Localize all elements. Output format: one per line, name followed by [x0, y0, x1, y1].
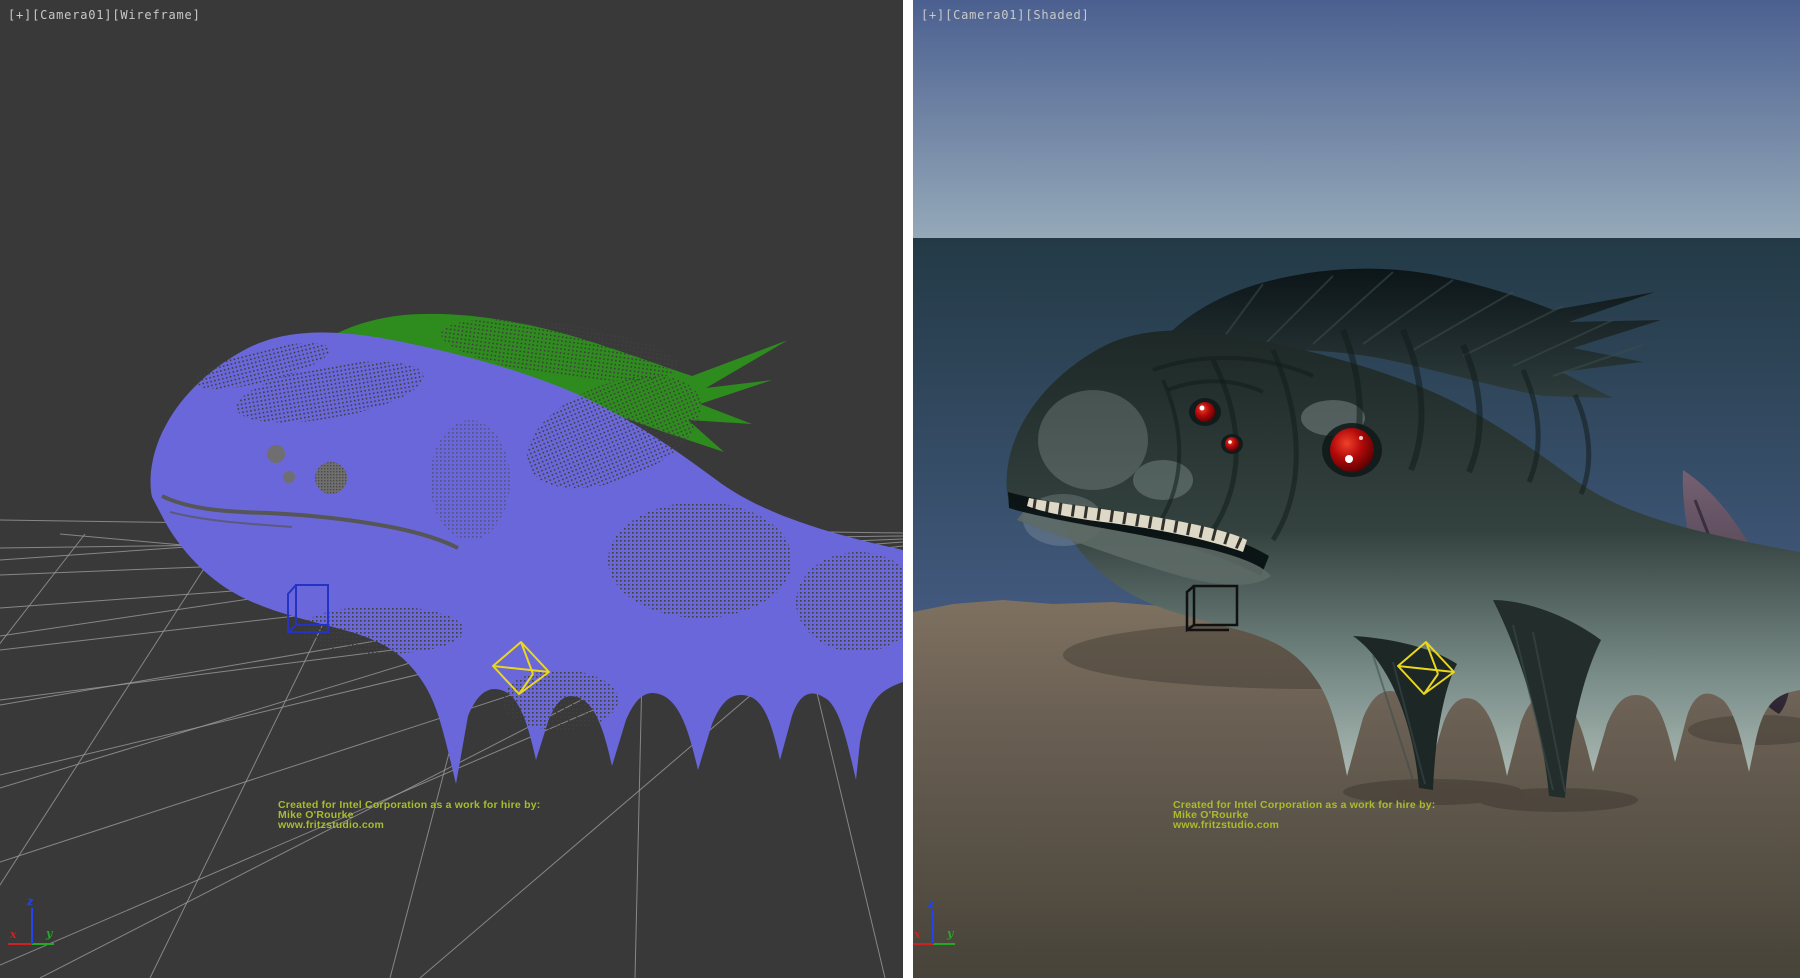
viewport-shaded[interactable]: x y z [+][Camera01][Shaded] Created for …	[913, 0, 1800, 978]
viewport-label-shaded[interactable]: [+][Camera01][Shaded]	[921, 8, 1090, 22]
axis-z-label: z	[26, 895, 34, 908]
credit-line-3: www.fritzstudio.com	[278, 820, 540, 830]
eye-small-2	[1225, 437, 1239, 451]
axis-x-label: x	[913, 928, 921, 941]
fish-model-wireframe[interactable]	[151, 308, 903, 784]
viewport-label-wireframe[interactable]: [+][Camera01][Wireframe]	[8, 8, 201, 22]
eye-small-1	[1195, 402, 1215, 422]
axis-x-label: x	[9, 928, 17, 941]
viewport-split-container: x y z [+][Camera01][Wireframe] Created f…	[0, 0, 1800, 978]
axis-y-label: y	[45, 927, 54, 940]
sky-backdrop	[913, 0, 1800, 238]
wireframe-scene-canvas[interactable]: x y z	[0, 0, 903, 978]
viewport-divider[interactable]	[903, 0, 913, 978]
eye-large	[1330, 428, 1374, 472]
viewport-wireframe[interactable]: x y z [+][Camera01][Wireframe] Created f…	[0, 0, 903, 978]
scene-credit-text: Created for Intel Corporation as a work …	[1173, 800, 1435, 830]
scene-credit-text: Created for Intel Corporation as a work …	[278, 800, 540, 830]
world-axis-gizmo: x y z	[8, 895, 54, 944]
shaded-scene-canvas[interactable]: x y z	[913, 0, 1800, 978]
axis-z-label: z	[927, 897, 935, 910]
credit-line-3: www.fritzstudio.com	[1173, 820, 1435, 830]
